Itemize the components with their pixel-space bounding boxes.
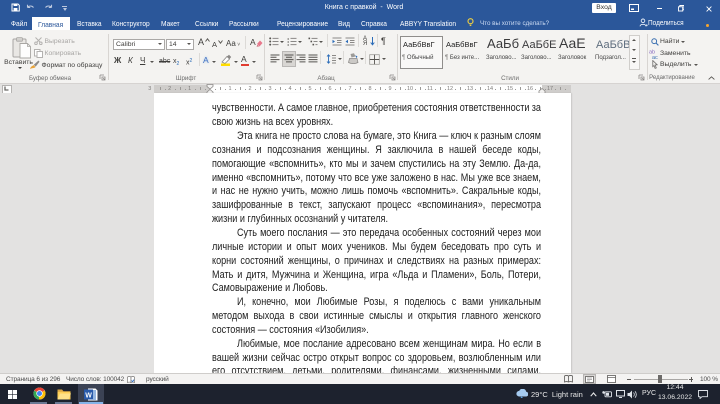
svg-text:W: W: [85, 392, 92, 399]
svg-text:ac: ac: [652, 54, 658, 58]
